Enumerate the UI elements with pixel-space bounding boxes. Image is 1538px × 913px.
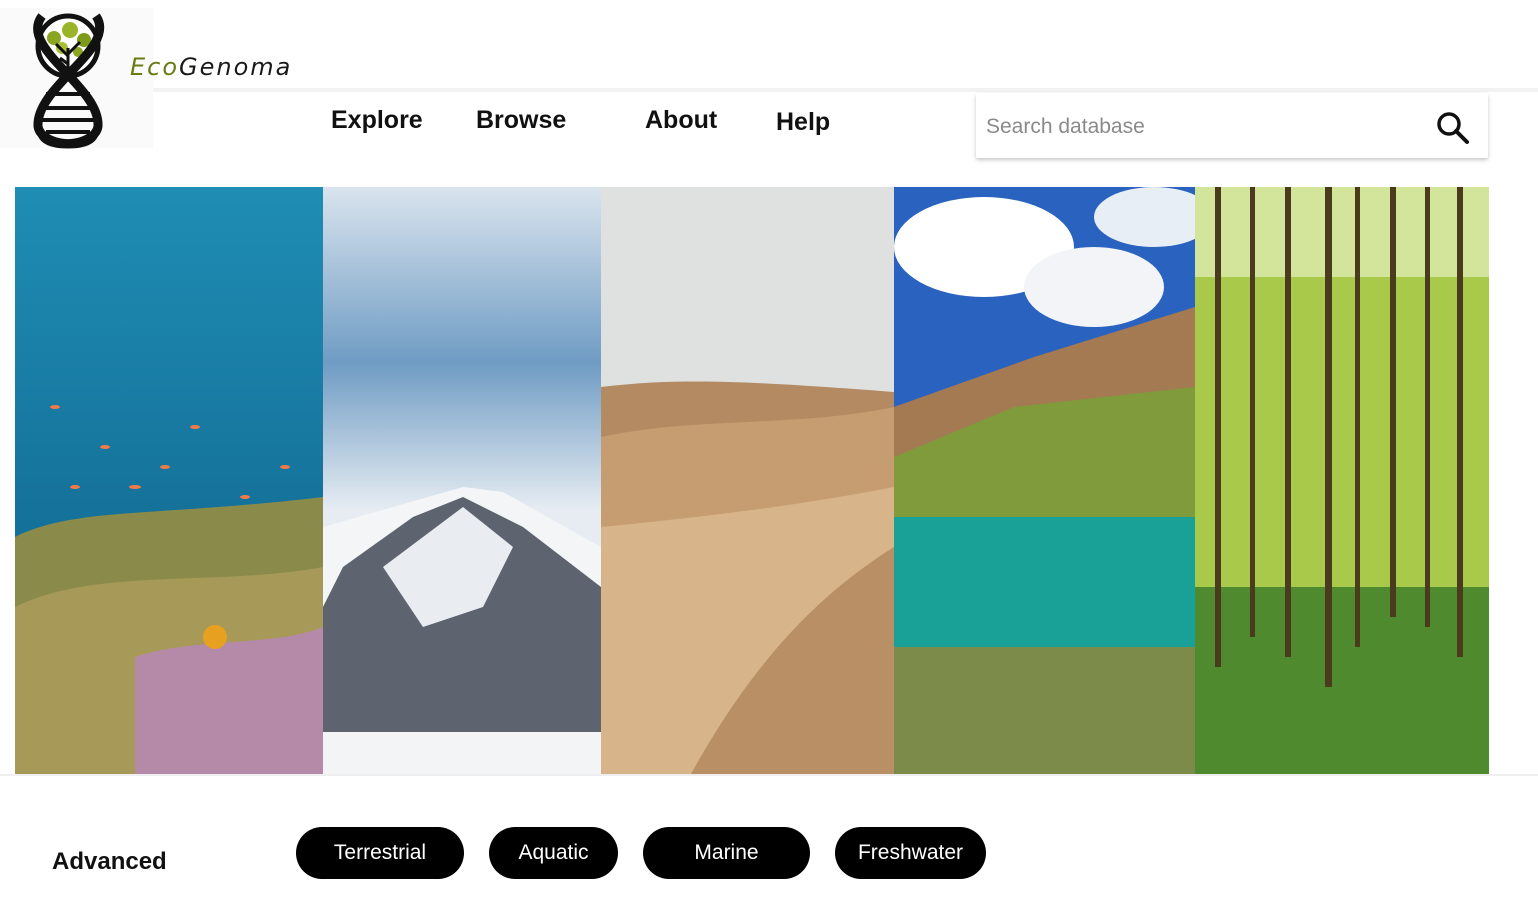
nav-about[interactable]: About	[645, 106, 717, 135]
hero-divider	[0, 774, 1538, 776]
dna-tree-logo-icon	[33, 13, 105, 149]
filter-terrestrial-button[interactable]: Terrestrial	[296, 827, 464, 879]
brand-suffix: Genoma	[179, 53, 293, 81]
search-icon[interactable]	[1436, 111, 1470, 145]
filter-freshwater-button[interactable]: Freshwater	[835, 827, 986, 879]
filter-marine-button[interactable]: Marine	[643, 827, 810, 879]
nav-explore[interactable]: Explore	[331, 106, 423, 135]
nav-help[interactable]: Help	[776, 108, 830, 137]
filter-aquatic-button[interactable]: Aquatic	[489, 827, 618, 879]
nav-browse[interactable]: Browse	[476, 106, 566, 135]
mountain-lake-image[interactable]	[894, 187, 1195, 774]
desert-dunes-image[interactable]	[601, 187, 894, 774]
search-input[interactable]	[984, 109, 1408, 145]
brand-name[interactable]: EcoGenoma	[130, 53, 292, 81]
forest-image[interactable]	[1195, 187, 1489, 774]
header-divider	[153, 88, 1538, 92]
advanced-label[interactable]: Advanced	[52, 848, 167, 876]
search-box	[976, 93, 1488, 158]
brand-prefix: Eco	[130, 53, 180, 81]
coral-reef-image[interactable]	[15, 187, 323, 774]
snowy-mountain-image[interactable]	[323, 187, 601, 774]
